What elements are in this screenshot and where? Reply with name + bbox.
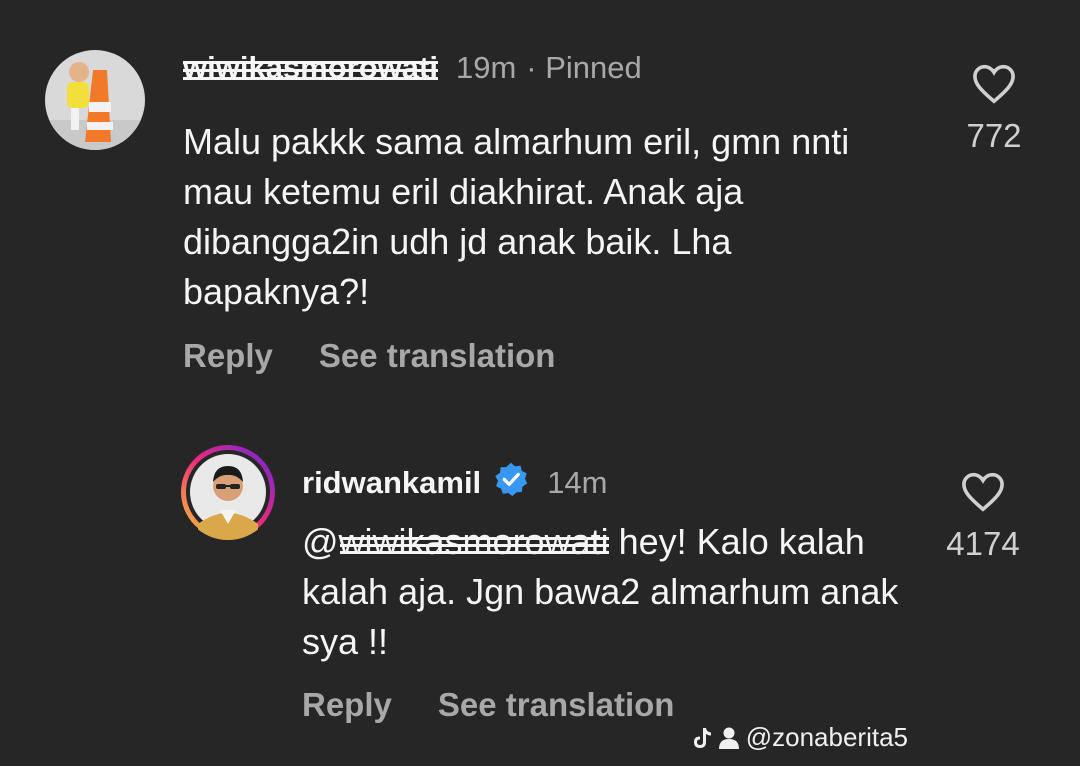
pinned-label: · Pinned bbox=[526, 50, 642, 85]
comment-username[interactable]: wiwikasmorowati bbox=[183, 50, 438, 86]
user-icon bbox=[718, 727, 739, 749]
like-button[interactable]: 772 bbox=[934, 64, 1054, 155]
reply-username[interactable]: ridwankamil bbox=[302, 465, 481, 501]
comment-time: 19m bbox=[455, 50, 517, 85]
see-translation-button[interactable]: See translation bbox=[319, 337, 556, 375]
reply-time: 14m bbox=[547, 465, 608, 500]
like-count: 4174 bbox=[946, 525, 1020, 562]
avatar-ridwankamil[interactable] bbox=[180, 444, 276, 540]
heart-icon[interactable] bbox=[961, 472, 1005, 512]
reply-text: @wiwikasmorowati hey! Kalo kalah kalah a… bbox=[302, 517, 902, 667]
verified-badge-icon bbox=[495, 462, 528, 497]
reply-button[interactable]: Reply bbox=[183, 337, 273, 375]
tiktok-icon bbox=[693, 727, 711, 748]
like-button[interactable]: 4174 bbox=[923, 472, 1043, 563]
heart-icon[interactable] bbox=[972, 64, 1016, 104]
like-count: 772 bbox=[966, 117, 1022, 154]
comment-text: Malu pakkk sama almarhum eril, gmn nnti … bbox=[183, 121, 850, 312]
see-translation-button[interactable]: See translation bbox=[438, 686, 675, 724]
watermark-handle: @zonaberita5 bbox=[745, 722, 908, 752]
avatar-wiwik[interactable] bbox=[45, 50, 145, 150]
mention-link[interactable]: @wiwikasmorowati bbox=[302, 517, 609, 567]
reply-button[interactable]: Reply bbox=[302, 686, 392, 724]
watermark: @zonaberita5 bbox=[692, 722, 908, 753]
